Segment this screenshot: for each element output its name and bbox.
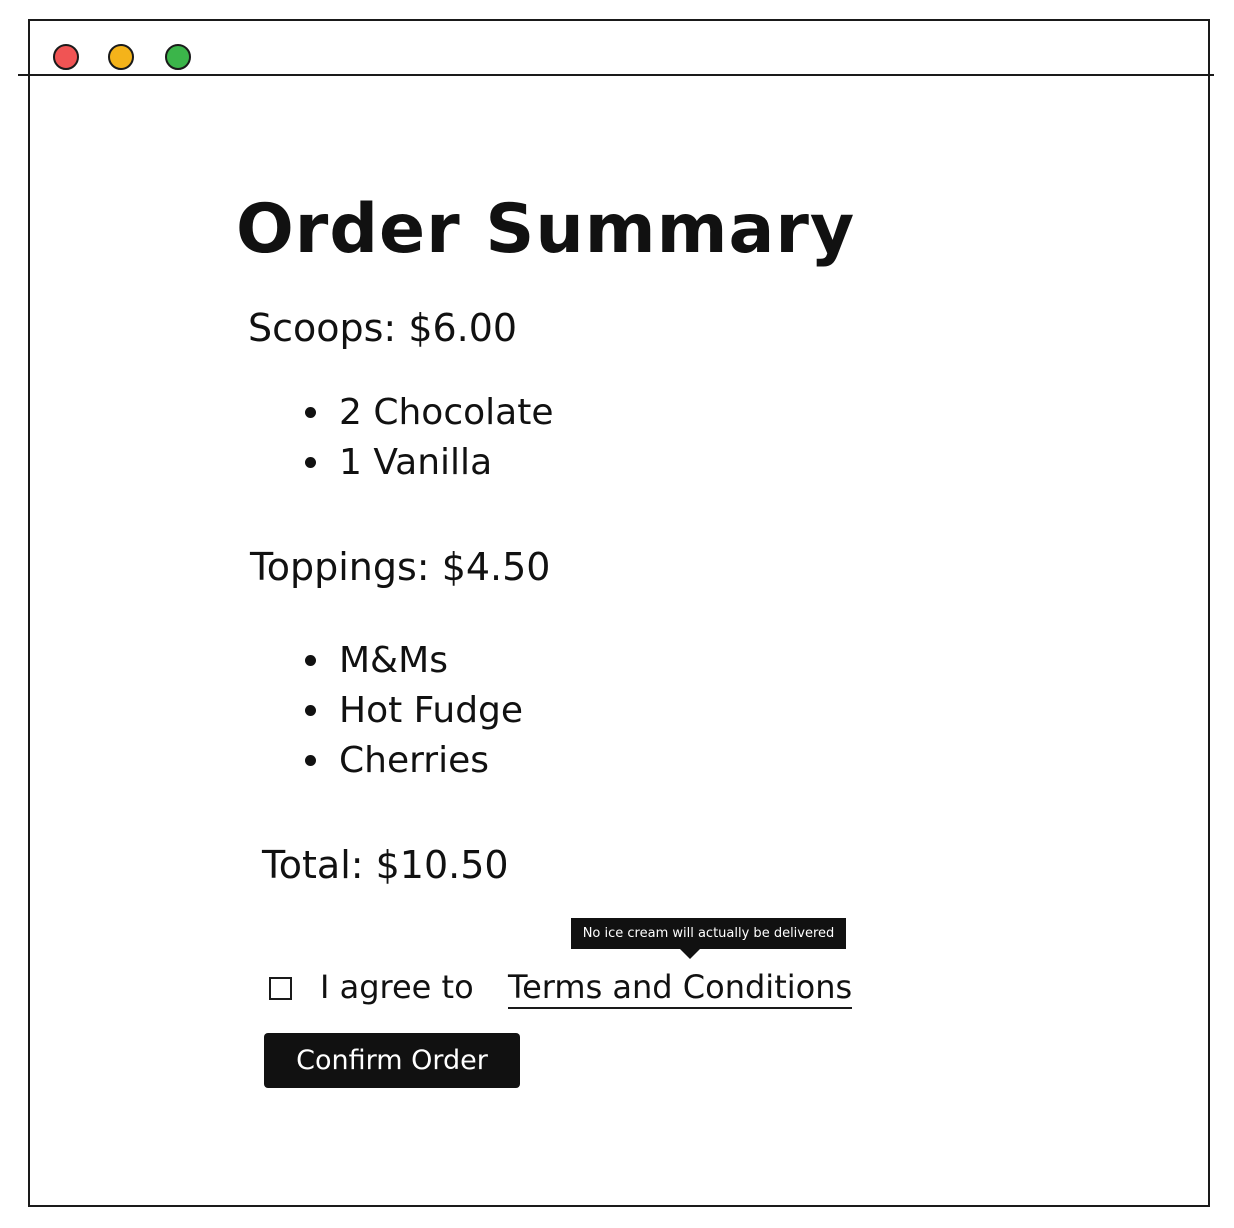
- terms-tooltip: No ice cream will actually be delivered: [571, 918, 846, 949]
- maximize-window-button[interactable]: [165, 44, 191, 70]
- bullet-icon: [305, 407, 316, 418]
- agree-label: I agree to: [320, 968, 474, 1006]
- confirm-order-button[interactable]: Confirm Order: [264, 1033, 520, 1088]
- order-total: Total: $10.50: [262, 843, 509, 887]
- scoop-item-label: 1 Vanilla: [339, 442, 493, 483]
- list-item: 1 Vanilla: [305, 438, 553, 488]
- scoop-item-label: 2 Chocolate: [339, 392, 554, 433]
- topping-item-label: Cherries: [339, 740, 489, 781]
- list-item: 2 Chocolate: [305, 388, 553, 438]
- list-item: Hot Fudge: [305, 686, 523, 736]
- close-window-button[interactable]: [53, 44, 79, 70]
- scoops-list: 2 Chocolate 1 Vanilla: [305, 388, 553, 488]
- topping-item-label: Hot Fudge: [339, 690, 524, 731]
- title-bar-divider: [18, 74, 1214, 76]
- scoops-heading: Scoops: $6.00: [248, 306, 518, 350]
- toppings-list: M&Ms Hot Fudge Cherries: [305, 636, 523, 786]
- bullet-icon: [305, 755, 316, 766]
- page-title: Order Summary: [236, 189, 856, 269]
- tooltip-pointer: [679, 948, 701, 959]
- minimize-window-button[interactable]: [108, 44, 134, 70]
- bullet-icon: [305, 457, 316, 468]
- terms-checkbox[interactable]: [269, 977, 292, 1000]
- bullet-icon: [305, 705, 316, 716]
- topping-item-label: M&Ms: [339, 640, 448, 681]
- bullet-icon: [305, 655, 316, 666]
- list-item: M&Ms: [305, 636, 523, 686]
- toppings-heading: Toppings: $4.50: [250, 545, 551, 589]
- terms-and-conditions-link[interactable]: Terms and Conditions: [508, 967, 853, 1009]
- list-item: Cherries: [305, 736, 523, 786]
